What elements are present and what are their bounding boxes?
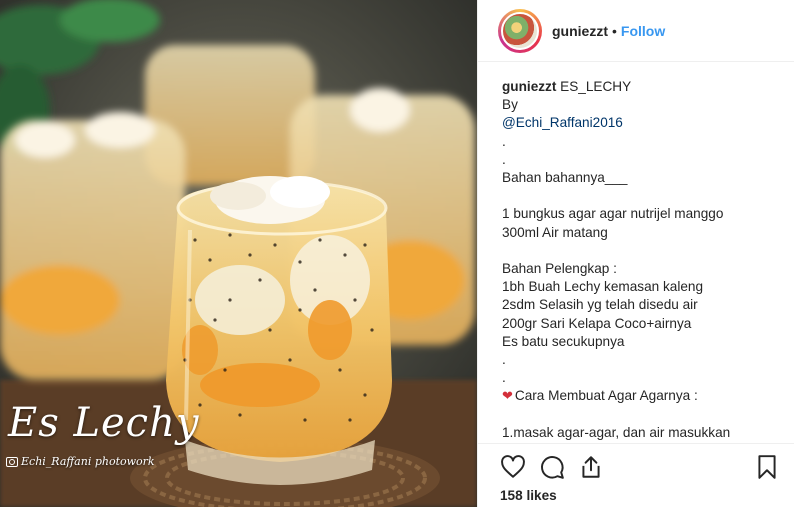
caption-method-text: Cara Membuat Agar Agarnya : xyxy=(514,388,698,404)
avatar-image xyxy=(501,11,539,50)
action-bar xyxy=(478,443,794,492)
caption-title: ES_LECHY xyxy=(556,79,632,94)
caption-line: 1bh Buah Lechy kemasan kaleng xyxy=(502,279,704,295)
caption-line: . xyxy=(502,151,506,167)
instagram-post: Es Lechy Echi_Raffani photowork guniezzt… xyxy=(0,0,794,507)
caption-line: . xyxy=(502,133,506,149)
caption-line: . xyxy=(502,370,506,386)
caption-line: 1.masak agar-agar, dan air masukkan xyxy=(502,424,731,440)
caption-line: 1 bungkus agar agar nutrijel manggo xyxy=(502,206,724,222)
heart-outline-icon[interactable] xyxy=(500,454,526,480)
caption-line xyxy=(502,187,782,205)
photo-credit-text: Echi_Raffani photowork xyxy=(21,455,155,468)
caption-line: 200gr Sari Kelapa Coco+airnya xyxy=(502,315,692,331)
comment-bubble-icon[interactable] xyxy=(539,454,565,480)
caption-line xyxy=(502,406,782,424)
caption-line: Es batu secukupnya xyxy=(502,333,625,349)
header-username[interactable]: guniezzt xyxy=(552,23,608,39)
avatar[interactable] xyxy=(498,8,542,53)
caption-line xyxy=(502,242,782,260)
likes-count[interactable]: 158 likes xyxy=(500,488,557,503)
photo-watermark-credit: Echi_Raffani photowork xyxy=(6,455,155,468)
post-photo[interactable]: Es Lechy Echi_Raffani photowork xyxy=(0,0,477,507)
follow-button[interactable]: Follow xyxy=(621,23,665,39)
red-heart-icon: ❤ xyxy=(502,388,513,404)
caption-line: Bahan Pelengkap : xyxy=(502,261,617,276)
caption-line: By xyxy=(502,97,518,113)
camera-icon xyxy=(6,456,18,467)
caption-mention-link[interactable]: @Echi_Raffani2016 xyxy=(502,114,782,132)
caption-first-line: guniezzt ES_LECHY xyxy=(502,78,782,96)
header-separator: • xyxy=(612,22,617,39)
caption-line: 2sdm Selasih yg telah disedu air xyxy=(502,297,698,313)
caption-line: 300ml Air matang xyxy=(502,224,608,240)
caption-method-line: ❤ Cara Membuat Agar Agarnya : xyxy=(502,387,782,405)
post-header: guniezzt • Follow xyxy=(478,0,794,62)
caption-line: . xyxy=(502,352,506,368)
bookmark-icon[interactable] xyxy=(754,454,780,480)
post-sidebar: guniezzt • Follow guniezzt ES_LECHY By @… xyxy=(477,0,794,507)
caption-line: Bahan bahannya___ xyxy=(502,170,628,186)
share-upload-icon[interactable] xyxy=(578,454,604,480)
post-caption: guniezzt ES_LECHY By @Echi_Raffani2016 .… xyxy=(502,78,782,442)
caption-username[interactable]: guniezzt xyxy=(502,79,556,94)
photo-watermark-title: Es Lechy xyxy=(8,400,200,446)
